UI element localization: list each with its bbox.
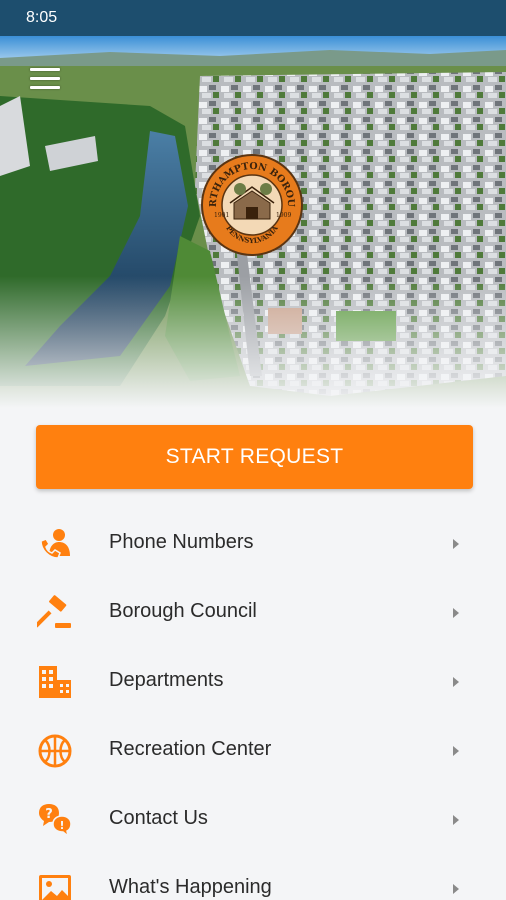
menu-item-contact-us[interactable]: ? ! Contact Us [0, 785, 506, 854]
menu-item-label: Borough Council [109, 600, 257, 622]
chevron-right-icon [453, 539, 459, 549]
chevron-right-icon [453, 884, 459, 894]
menu-item-label: Departments [109, 669, 224, 691]
menu-item-label: Phone Numbers [109, 531, 254, 553]
chevron-right-icon [453, 815, 459, 825]
hamburger-menu-icon-line [30, 86, 60, 89]
hamburger-menu-icon [30, 68, 60, 71]
seal-year-right: 1909 [276, 212, 291, 219]
chevron-right-icon [453, 746, 459, 756]
chevron-right-icon [453, 608, 459, 618]
status-bar: 8:05 [0, 0, 506, 36]
menu-item-recreation-center[interactable]: Recreation Center [0, 716, 506, 785]
svg-text:!: ! [59, 819, 64, 832]
buildings-icon [39, 666, 71, 698]
chevron-right-icon [453, 677, 459, 687]
gavel-icon [37, 595, 71, 628]
phone-contact-icon [40, 529, 70, 559]
chat-question-icon: ? ! [39, 804, 72, 838]
menu-item-label: What's Happening [109, 876, 272, 898]
menu-item-whats-happening[interactable]: What's Happening [0, 854, 506, 900]
main-menu-list: Phone Numbers Borough Council Department… [0, 509, 506, 900]
hamburger-menu-button[interactable] [30, 68, 62, 94]
borough-seal-logo: NORTHAMPTON BOROUGH PENNSYLVANIA 1901 19… [196, 145, 304, 257]
menu-item-phone-numbers[interactable]: Phone Numbers [0, 509, 506, 578]
menu-item-departments[interactable]: Departments [0, 647, 506, 716]
hamburger-menu-icon-line [30, 77, 60, 80]
basketball-icon [38, 734, 72, 768]
start-request-button[interactable]: START REQUEST [36, 425, 473, 489]
seal-year-left: 1901 [214, 212, 229, 219]
status-time: 8:05 [26, 9, 58, 26]
menu-item-borough-council[interactable]: Borough Council [0, 578, 506, 647]
svg-text:?: ? [45, 807, 53, 822]
menu-item-label: Contact Us [109, 807, 208, 829]
menu-item-label: Recreation Center [109, 738, 272, 760]
start-request-label: START REQUEST [165, 445, 344, 468]
image-icon [39, 875, 71, 900]
